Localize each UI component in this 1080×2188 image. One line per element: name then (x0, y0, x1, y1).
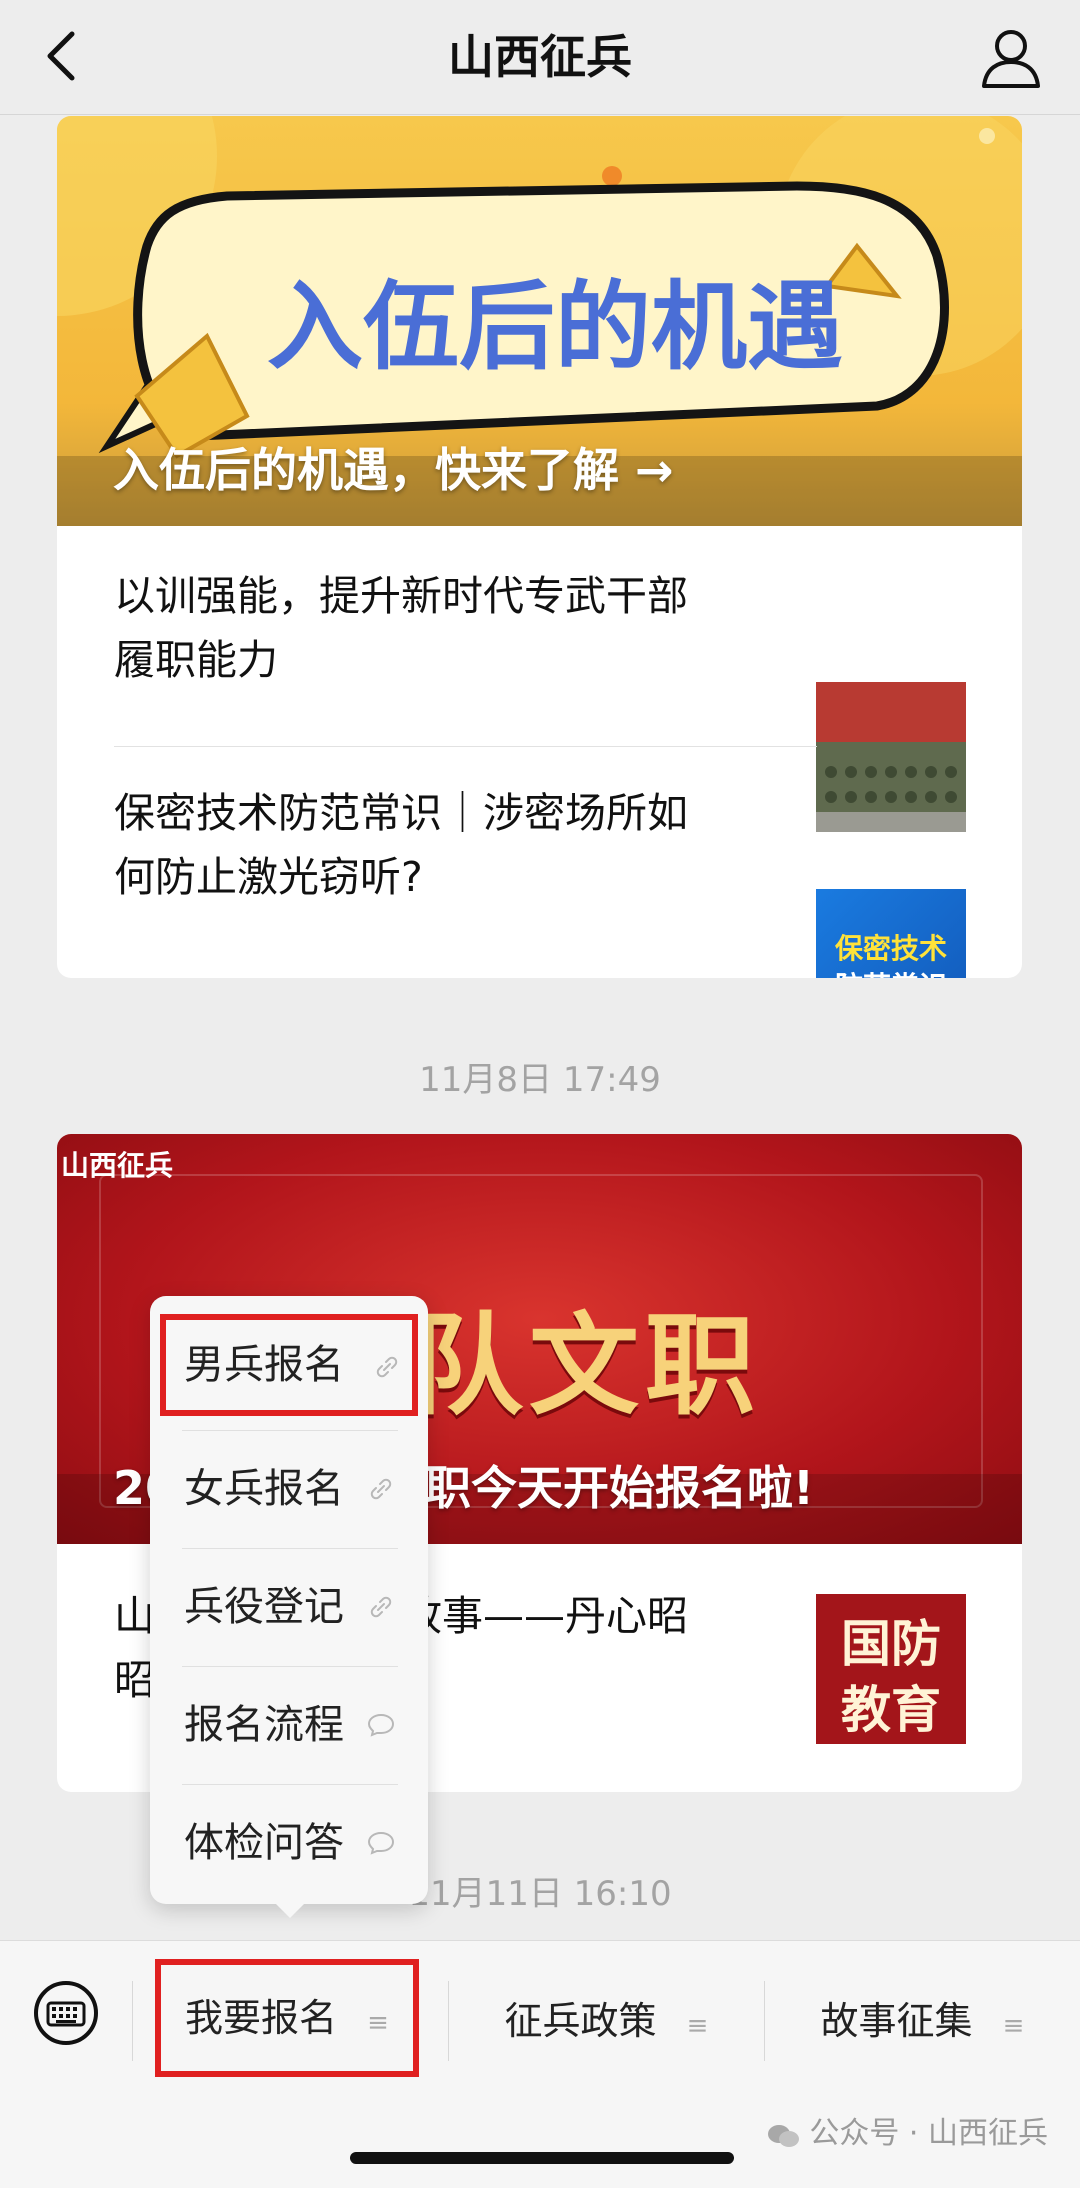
list-item[interactable]: 保密技术防范常识｜涉密场所如 何防止激光窃听? 保密技术 防范常识 (57, 747, 1022, 978)
submenu-indicator-icon: ≡ (1002, 2011, 1025, 2041)
link-icon (370, 1596, 392, 1618)
menu-item-stories[interactable]: 故事征集 ≡ (765, 1941, 1080, 2101)
article-thumbnail: 保密技术 防范常识 (816, 889, 966, 978)
watermark: 公众号 · 山西征兵 (766, 2108, 1048, 2152)
submenu-label: 女兵报名 (184, 1466, 344, 1512)
submenu-label: 报名流程 (184, 1702, 344, 1748)
chat-icon (367, 1831, 395, 1855)
article-title-line: 保密技术防范常识｜涉密场所如 (114, 789, 688, 837)
wechat-icon (766, 2122, 800, 2148)
submenu-item-male-enlist[interactable]: 男兵报名 (160, 1314, 418, 1416)
submenu-item-registration[interactable]: 兵役登记 (150, 1548, 428, 1666)
keyboard-icon[interactable] (32, 1979, 100, 2047)
menu-label: 征兵政策 (504, 1999, 657, 2043)
list-item[interactable]: 以训强能，提升新时代专武干部 履职能力 (57, 526, 1022, 832)
channel-logo: 山西征兵 (61, 1149, 174, 1182)
thumbnail-text: 教育 (841, 1681, 941, 1739)
popup-pointer (272, 1900, 308, 1918)
chat-icon (367, 1713, 395, 1737)
timestamp: 11月8日 17:49 (419, 1060, 661, 1100)
profile-icon[interactable] (978, 24, 1044, 90)
article-title-line: 履职能力 (114, 636, 278, 684)
submenu-item-process[interactable]: 报名流程 (150, 1666, 428, 1784)
back-icon[interactable] (36, 26, 92, 86)
article-thumbnail: 国防 教育 (816, 1594, 966, 1744)
thumbnail-text: 防范常识 (816, 965, 966, 978)
watermark-text: 公众号 · 山西征兵 (809, 2116, 1048, 2151)
menu-item-policy[interactable]: 征兵政策 ≡ (449, 1941, 764, 2101)
submenu-label: 体检问答 (184, 1820, 344, 1866)
article-title-line: 何防止激光窃听? (114, 853, 423, 901)
thumbnail-text: 国防 (841, 1615, 941, 1673)
menu-item-enlist[interactable]: 我要报名 ≡ (155, 1959, 419, 2077)
thumbnail-text: 保密技术 (834, 932, 947, 965)
menu-separator (132, 1981, 133, 2061)
article-card-1: 入伍后的机遇 入伍后的机遇，快来了解 → 以训强能，提升新时代专武干部 履职能力… (57, 116, 1022, 978)
submenu-label: 兵役登记 (184, 1584, 344, 1630)
banner-caption: 入伍后的机遇，快来了解 → (113, 443, 674, 497)
menu-label: 我要报名 (185, 1996, 338, 2040)
article-title-line: 以训强能，提升新时代专武干部 (114, 572, 688, 620)
menu-label: 故事征集 (820, 1999, 973, 2043)
submenu-indicator-icon: ≡ (367, 2008, 389, 2038)
submenu-popup: 男兵报名 女兵报名 兵役登记 报名流程 体检问答 (150, 1296, 428, 1904)
page-title: 山西征兵 (448, 30, 632, 84)
submenu-item-female-enlist[interactable]: 女兵报名 (150, 1430, 428, 1548)
banner-image-text: 入伍后的机遇 (267, 271, 843, 383)
link-icon (370, 1478, 392, 1500)
link-icon (376, 1356, 398, 1378)
article-title-line: 昭 (114, 1656, 155, 1704)
submenu-indicator-icon: ≡ (686, 2011, 709, 2041)
banner-article-1[interactable]: 入伍后的机遇 入伍后的机遇，快来了解 → (57, 116, 1022, 526)
submenu-item-medical-qa[interactable]: 体检问答 (150, 1784, 428, 1902)
home-indicator[interactable] (350, 2152, 734, 2164)
submenu-label: 男兵报名 (184, 1342, 344, 1388)
nav-bar: 山西征兵 (0, 0, 1080, 115)
